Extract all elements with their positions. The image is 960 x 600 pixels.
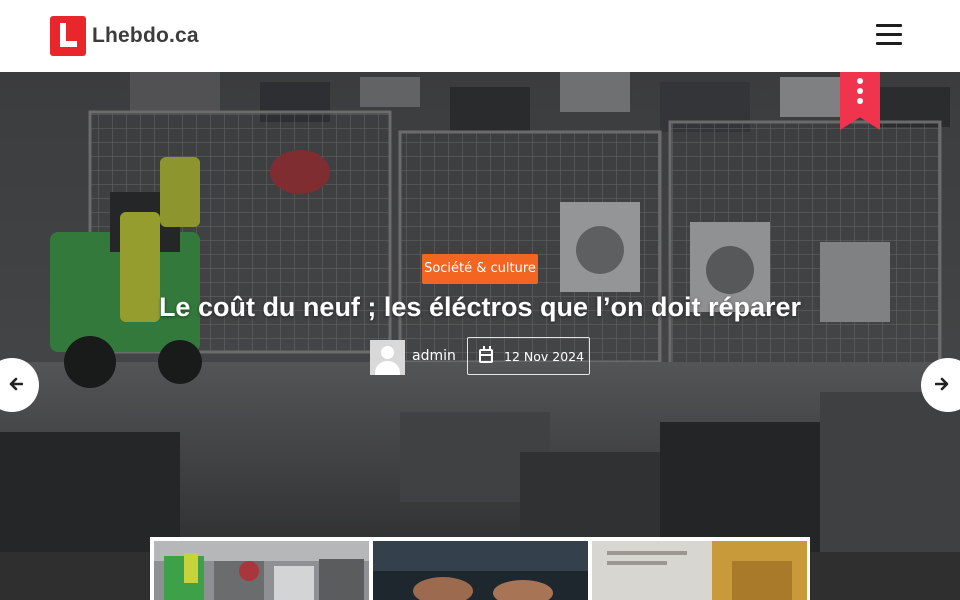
thumbnail-image xyxy=(592,541,807,600)
calendar-icon xyxy=(479,346,493,363)
arrow-right-icon xyxy=(935,377,949,391)
slider-thumbnails xyxy=(150,537,810,600)
article-title[interactable]: Le coût du neuf ; les éléctros que l’on … xyxy=(0,292,960,323)
hero-slider: Société & culture Le coût du neuf ; les … xyxy=(0,72,960,552)
arrow-left-icon xyxy=(9,377,23,391)
hamburger-menu-button[interactable] xyxy=(876,24,904,48)
dot-icon xyxy=(857,88,863,94)
author-name[interactable]: admin xyxy=(412,348,456,364)
user-icon-body xyxy=(375,361,400,375)
site-name: Lhebdo.ca xyxy=(92,24,199,47)
thumbnail-laptop-hands[interactable] xyxy=(373,541,588,600)
author-avatar[interactable] xyxy=(370,340,405,375)
site-logo[interactable]: Lhebdo.ca xyxy=(50,16,199,56)
hamburger-icon xyxy=(876,24,902,27)
category-badge[interactable]: Société & culture xyxy=(422,254,538,284)
thumbnail-image xyxy=(154,541,369,600)
logo-mark-icon xyxy=(50,16,86,56)
hamburger-icon-bar xyxy=(876,33,902,36)
thumbnail-document-plant[interactable] xyxy=(592,541,807,600)
user-icon xyxy=(381,346,394,359)
hamburger-icon-bar xyxy=(876,42,902,45)
dot-icon xyxy=(857,78,863,84)
date-badge[interactable]: 12 Nov 2024 xyxy=(467,337,590,375)
site-header: Lhebdo.ca xyxy=(0,0,960,72)
thumbnail-image xyxy=(373,541,588,600)
thumbnail-appliance-recycling[interactable] xyxy=(154,541,369,600)
date-text: 12 Nov 2024 xyxy=(504,349,585,364)
dot-icon xyxy=(857,98,863,104)
